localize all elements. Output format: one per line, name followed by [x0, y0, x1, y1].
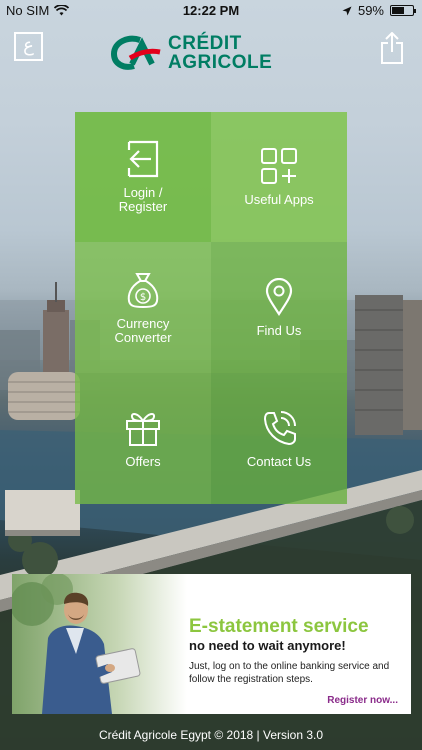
- login-register-tile[interactable]: Login / Register: [75, 112, 211, 242]
- language-toggle-button[interactable]: ع: [14, 32, 43, 61]
- banner-body: Just, log on to the online banking servi…: [189, 661, 390, 685]
- credit-agricole-logo: CRÉDIT AGRICOLE: [110, 30, 320, 76]
- banner-subtitle: no need to wait anymore!: [189, 638, 346, 653]
- logo-line-2: AGRICOLE: [168, 52, 273, 73]
- status-right: 59%: [342, 3, 416, 18]
- svg-text:$: $: [140, 292, 146, 303]
- login-register-label: Login / Register: [118, 185, 168, 214]
- logo-line-1: CRÉDIT: [168, 33, 242, 54]
- phone-ringing-icon: [263, 410, 296, 445]
- businessman-photo: [12, 574, 187, 714]
- offers-tile[interactable]: Offers: [75, 373, 211, 504]
- register-now-link[interactable]: Register now...: [327, 695, 398, 706]
- footer-version: Crédit Agricole Egypt © 2018 | Version 3…: [98, 728, 324, 742]
- battery-percent: 59%: [357, 3, 384, 18]
- logo-wordmark: CRÉDIT AGRICOLE: [168, 34, 272, 72]
- currency-converter-tile[interactable]: $ Currency Converter: [75, 242, 211, 373]
- login-arrow-icon: [127, 140, 159, 178]
- money-bag-icon: $: [127, 272, 159, 308]
- gift-icon: [126, 412, 160, 446]
- battery-fill: [392, 7, 404, 14]
- banner-title: E-statement service: [189, 616, 369, 637]
- apps-grid-plus-icon: [261, 148, 297, 184]
- e-statement-banner[interactable]: E-statement service no need to wait anym…: [12, 574, 411, 714]
- main-menu-grid: Login / Register Useful Apps $ Currency …: [75, 112, 347, 504]
- useful-apps-tile[interactable]: Useful Apps: [211, 112, 347, 242]
- location-arrow-icon: [342, 6, 352, 15]
- status-bar: No SIM 12:22 PM 59%: [0, 0, 422, 22]
- map-pin-icon: [265, 277, 293, 316]
- contact-us-tile[interactable]: Contact Us: [211, 373, 347, 504]
- contact-us-label: Contact Us: [246, 453, 312, 469]
- share-icon: [381, 31, 403, 64]
- offers-label: Offers: [125, 453, 161, 469]
- currency-converter-label: Currency Converter: [114, 315, 172, 345]
- share-button[interactable]: [380, 31, 404, 64]
- battery-icon: [390, 5, 416, 16]
- ca-logo-mark-icon: [110, 35, 161, 70]
- find-us-label: Find Us: [256, 322, 302, 338]
- useful-apps-label: Useful Apps: [244, 192, 314, 207]
- find-us-tile[interactable]: Find Us: [211, 242, 347, 373]
